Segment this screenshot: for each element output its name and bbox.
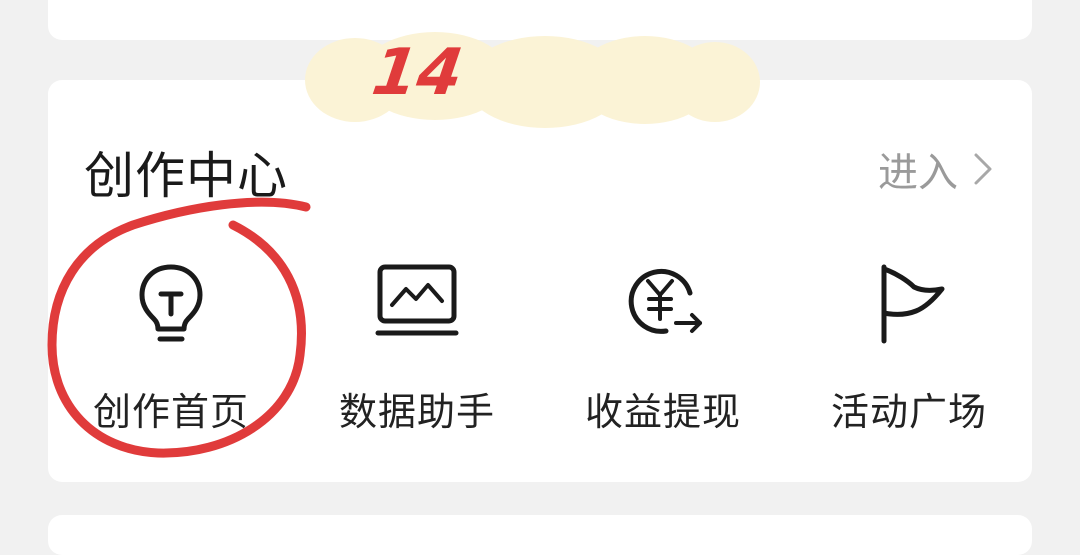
lightbulb-icon	[126, 259, 216, 345]
tile-label: 收益提现	[584, 390, 741, 434]
shortcut-grid: 创作首页 数据助手 收益提现 活动广场	[48, 255, 1032, 435]
tile-label: 数据助手	[338, 390, 495, 434]
chart-monitor-icon	[372, 259, 462, 345]
tile-data-assistant[interactable]: 数据助手	[294, 255, 540, 435]
enter-label: 进入	[878, 150, 958, 196]
tile-label: 创作首页	[92, 390, 249, 434]
tile-label: 活动广场	[830, 390, 987, 434]
flag-icon	[864, 259, 954, 345]
tile-creator-home[interactable]: 创作首页	[48, 255, 294, 435]
chevron-right-icon	[974, 153, 992, 185]
previous-card	[48, 0, 1032, 40]
tile-earnings-withdraw[interactable]: 收益提现	[540, 255, 786, 435]
enter-link[interactable]: 进入	[878, 140, 994, 198]
creator-center-card: 创作中心 进入 创作首页 数据助手 收益提现 活动广场	[48, 80, 1032, 482]
tile-activity-square[interactable]: 活动广场	[786, 255, 1032, 435]
next-card	[48, 515, 1032, 555]
annotation-number: 14	[367, 36, 468, 110]
yuan-withdraw-icon	[618, 259, 708, 345]
section-title: 创作中心	[84, 147, 288, 205]
